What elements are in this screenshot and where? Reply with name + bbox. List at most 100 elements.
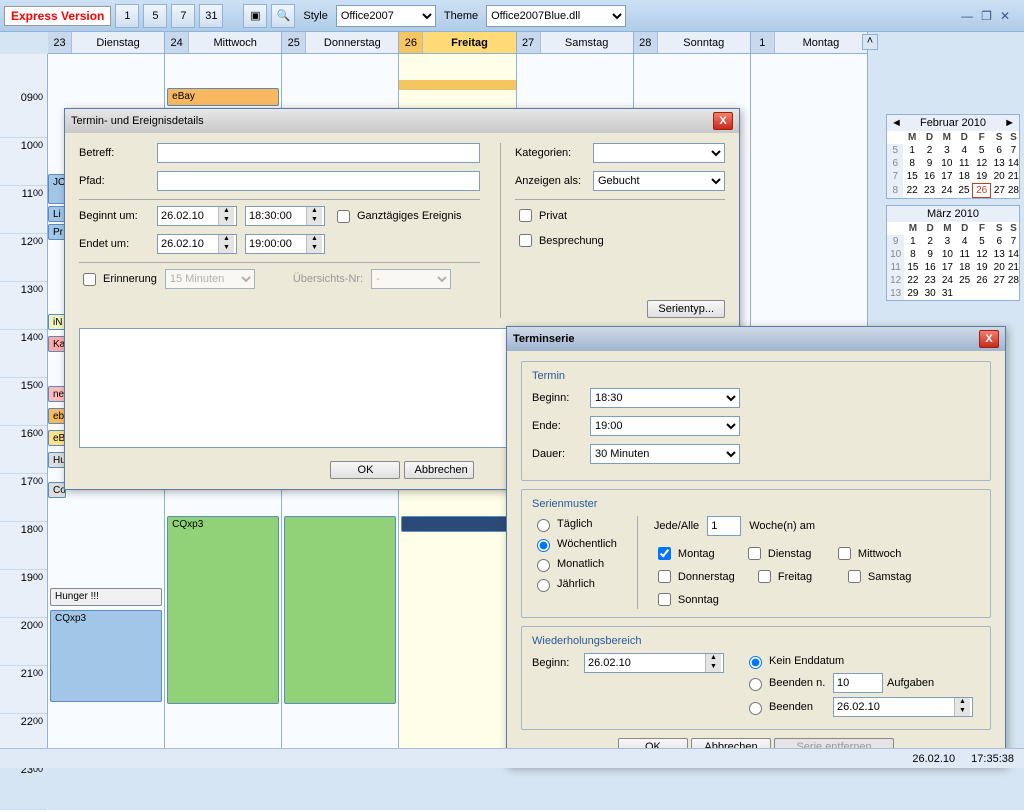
event-cqxp3[interactable]: CQxp3 (50, 610, 162, 702)
sa-checkbox[interactable] (848, 570, 861, 583)
mini-calendar-feb: ◄Februar 2010► MDMDFSS 51234567 68910111… (886, 114, 1020, 199)
pfad-input[interactable] (157, 171, 480, 191)
view-31day-button[interactable]: 31 (199, 4, 223, 28)
woechentlich-radio[interactable] (537, 539, 550, 552)
ganztag-checkbox[interactable] (337, 210, 350, 223)
event-green[interactable]: CQxp3 (167, 516, 279, 704)
terminserie-dialog: TerminserieX Termin Beginn:18:30 Ende:19… (506, 326, 1006, 767)
dialog-title: Terminserie (513, 333, 575, 345)
betreff-label: Betreff: (79, 147, 149, 159)
scroll-up-button[interactable]: ˄ (862, 34, 878, 50)
time-label: 1700 (0, 474, 47, 522)
theme-select[interactable]: Office2007Blue.dll (486, 5, 626, 27)
window-controls: — ❐ ✕ (961, 9, 1020, 23)
day-header[interactable]: 28Sonntag (634, 32, 751, 53)
sidebar: ◄Februar 2010► MDMDFSS 51234567 68910111… (886, 114, 1020, 307)
style-label: Style (303, 10, 327, 22)
maximize-icon[interactable]: ❐ (981, 9, 992, 23)
toolbar-icon-1[interactable]: ▣ (243, 4, 267, 28)
beenden-date-input[interactable]: ▲▼ (833, 697, 973, 717)
time-label: 1800 (0, 522, 47, 570)
wb-beginn-input[interactable]: ▲▼ (584, 653, 724, 673)
beenden-n-radio[interactable] (749, 678, 762, 691)
begin-date-input[interactable]: ▲▼ (157, 206, 237, 226)
theme-label: Theme (444, 10, 478, 22)
event-hunger[interactable]: Hunger !!! (50, 588, 162, 606)
mo-checkbox[interactable] (658, 547, 671, 560)
event-darkblue[interactable] (401, 516, 513, 532)
anzeigen-label: Anzeigen als: (515, 175, 585, 187)
time-label: 1000 (0, 138, 47, 186)
beginn-select[interactable]: 18:30 (590, 388, 740, 408)
privat-checkbox[interactable] (519, 209, 532, 222)
time-label: 1500 (0, 378, 47, 426)
day-header[interactable]: 24Mittwoch (165, 32, 282, 53)
view-1day-button[interactable]: 1 (115, 4, 139, 28)
erinnerung-checkbox[interactable] (83, 273, 96, 286)
minimize-icon[interactable]: — (961, 9, 973, 23)
beenden-radio[interactable] (749, 702, 762, 715)
close-icon[interactable]: ✕ (1000, 9, 1010, 23)
beenden-n-input[interactable] (833, 673, 883, 693)
day-header-row: 23Dienstag 24Mittwoch 25Donnerstag 26Fre… (48, 32, 868, 54)
day-header[interactable]: 27Samstag (517, 32, 634, 53)
view-7day-button[interactable]: 7 (171, 4, 195, 28)
time-label: 1200 (0, 234, 47, 282)
fr-checkbox[interactable] (758, 570, 771, 583)
close-icon[interactable]: X (979, 330, 999, 348)
begin-time-input[interactable]: ▲▼ (245, 206, 325, 226)
cal-grid[interactable]: MDMDFSS 51234567 6891011121314 715161718… (887, 131, 1019, 198)
kein-ende-radio[interactable] (749, 656, 762, 669)
besprechung-checkbox[interactable] (519, 234, 532, 247)
do-checkbox[interactable] (658, 570, 671, 583)
serientyp-button[interactable]: Serientyp... (647, 300, 725, 318)
toolbar-zoom-icon[interactable]: 🔍 (271, 4, 295, 28)
kategorien-select[interactable] (593, 143, 725, 163)
day-header[interactable]: 1Montag (751, 32, 868, 53)
cal-prev-icon[interactable]: ◄ (891, 117, 902, 129)
ende-select[interactable]: 19:00 (590, 416, 740, 436)
time-label: 2000 (0, 618, 47, 666)
close-icon[interactable]: X (713, 112, 733, 130)
status-bar: 26.02.10 17:35:38 (0, 748, 1024, 768)
cal-next-icon[interactable]: ► (1004, 117, 1015, 129)
end-time-input[interactable]: ▲▼ (245, 234, 325, 254)
jaehrlich-radio[interactable] (537, 579, 550, 592)
endet-label: Endet um: (79, 238, 149, 250)
mi-checkbox[interactable] (838, 547, 851, 560)
jede-input[interactable] (707, 516, 741, 536)
cal-title: März 2010 (891, 208, 1015, 220)
event-ebay[interactable]: eBay (167, 88, 279, 106)
status-date: 26.02.10 (912, 753, 955, 765)
uebersicht-select: - (371, 269, 451, 289)
end-date-input[interactable]: ▲▼ (157, 234, 237, 254)
termin-legend: Termin (528, 370, 569, 382)
time-label: 1100 (0, 186, 47, 234)
ok-button[interactable]: OK (330, 461, 400, 479)
dialog-title: Termin- und Ereignisdetails (71, 115, 204, 127)
style-select[interactable]: Office2007 (336, 5, 436, 27)
time-label: 1300 (0, 282, 47, 330)
time-column: 0900 1000 1100 1200 1300 1400 1500 1600 … (0, 54, 48, 768)
day-header-active[interactable]: 26Freitag (399, 32, 516, 53)
event-green[interactable] (284, 516, 396, 704)
beginnt-label: Beginnt um: (79, 210, 149, 222)
time-label: 1600 (0, 426, 47, 474)
day-header[interactable]: 23Dienstag (48, 32, 165, 53)
di-checkbox[interactable] (748, 547, 761, 560)
dauer-select[interactable]: 30 Minuten (590, 444, 740, 464)
taeglich-radio[interactable] (537, 519, 550, 532)
main-toolbar: Express Version 1 5 7 31 ▣ 🔍 Style Offic… (0, 0, 1024, 32)
day-header[interactable]: 25Donnerstag (282, 32, 399, 53)
cal-title: Februar 2010 (902, 117, 1004, 129)
time-label: 2100 (0, 666, 47, 714)
time-label: 1400 (0, 330, 47, 378)
status-time: 17:35:38 (971, 753, 1014, 765)
abbrechen-button[interactable]: Abbrechen (404, 461, 474, 479)
view-5day-button[interactable]: 5 (143, 4, 167, 28)
cal-grid[interactable]: MDMDFSS 91234567 10891011121314 11151617… (887, 222, 1019, 300)
so-checkbox[interactable] (658, 593, 671, 606)
betreff-input[interactable] (157, 143, 480, 163)
monatlich-radio[interactable] (537, 559, 550, 572)
anzeigen-select[interactable]: Gebucht (593, 171, 725, 191)
